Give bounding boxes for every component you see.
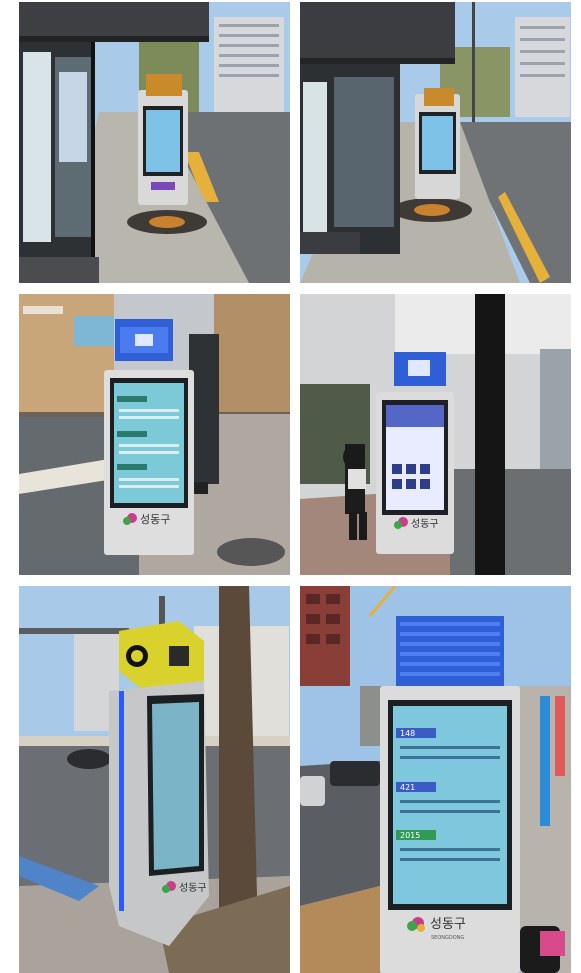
kiosk-street-scene: 성동구	[19, 294, 290, 575]
photo-bus-shelter-2	[300, 2, 571, 283]
photo-kiosk-touch-menu: 성동구	[300, 294, 571, 575]
kiosk-screen	[422, 116, 453, 170]
kiosk-street-scene: 성동구	[19, 586, 290, 973]
kiosk-screen	[146, 110, 180, 172]
brand-logo-text: 성동구	[430, 917, 466, 932]
bus-shelter-scene	[19, 2, 290, 283]
route-label: 148	[400, 729, 415, 738]
photo-kiosk-blue-cube: 성동구	[19, 294, 290, 575]
kiosk-screen	[152, 702, 199, 870]
photo-kiosk-route-list: 148 421 2015 성동구 SEONGDONG	[300, 586, 571, 973]
route-label: 421	[400, 783, 415, 792]
bus-shelter-scene	[300, 2, 571, 283]
route-label: 2015	[400, 831, 420, 840]
kiosk-street-scene: 성동구	[300, 294, 571, 575]
brand-logo-text: 성동구	[179, 882, 207, 894]
kiosk-street-scene: 148 421 2015 성동구 SEONGDONG	[300, 586, 571, 973]
photo-kiosk-yellow-cube: 성동구	[19, 586, 290, 973]
brand-logo-text: 성동구	[140, 513, 170, 526]
brand-logo-text: 성동구	[411, 518, 439, 530]
brand-logo-subtext: SEONGDONG	[431, 935, 464, 941]
photo-bus-shelter-1	[19, 2, 290, 283]
